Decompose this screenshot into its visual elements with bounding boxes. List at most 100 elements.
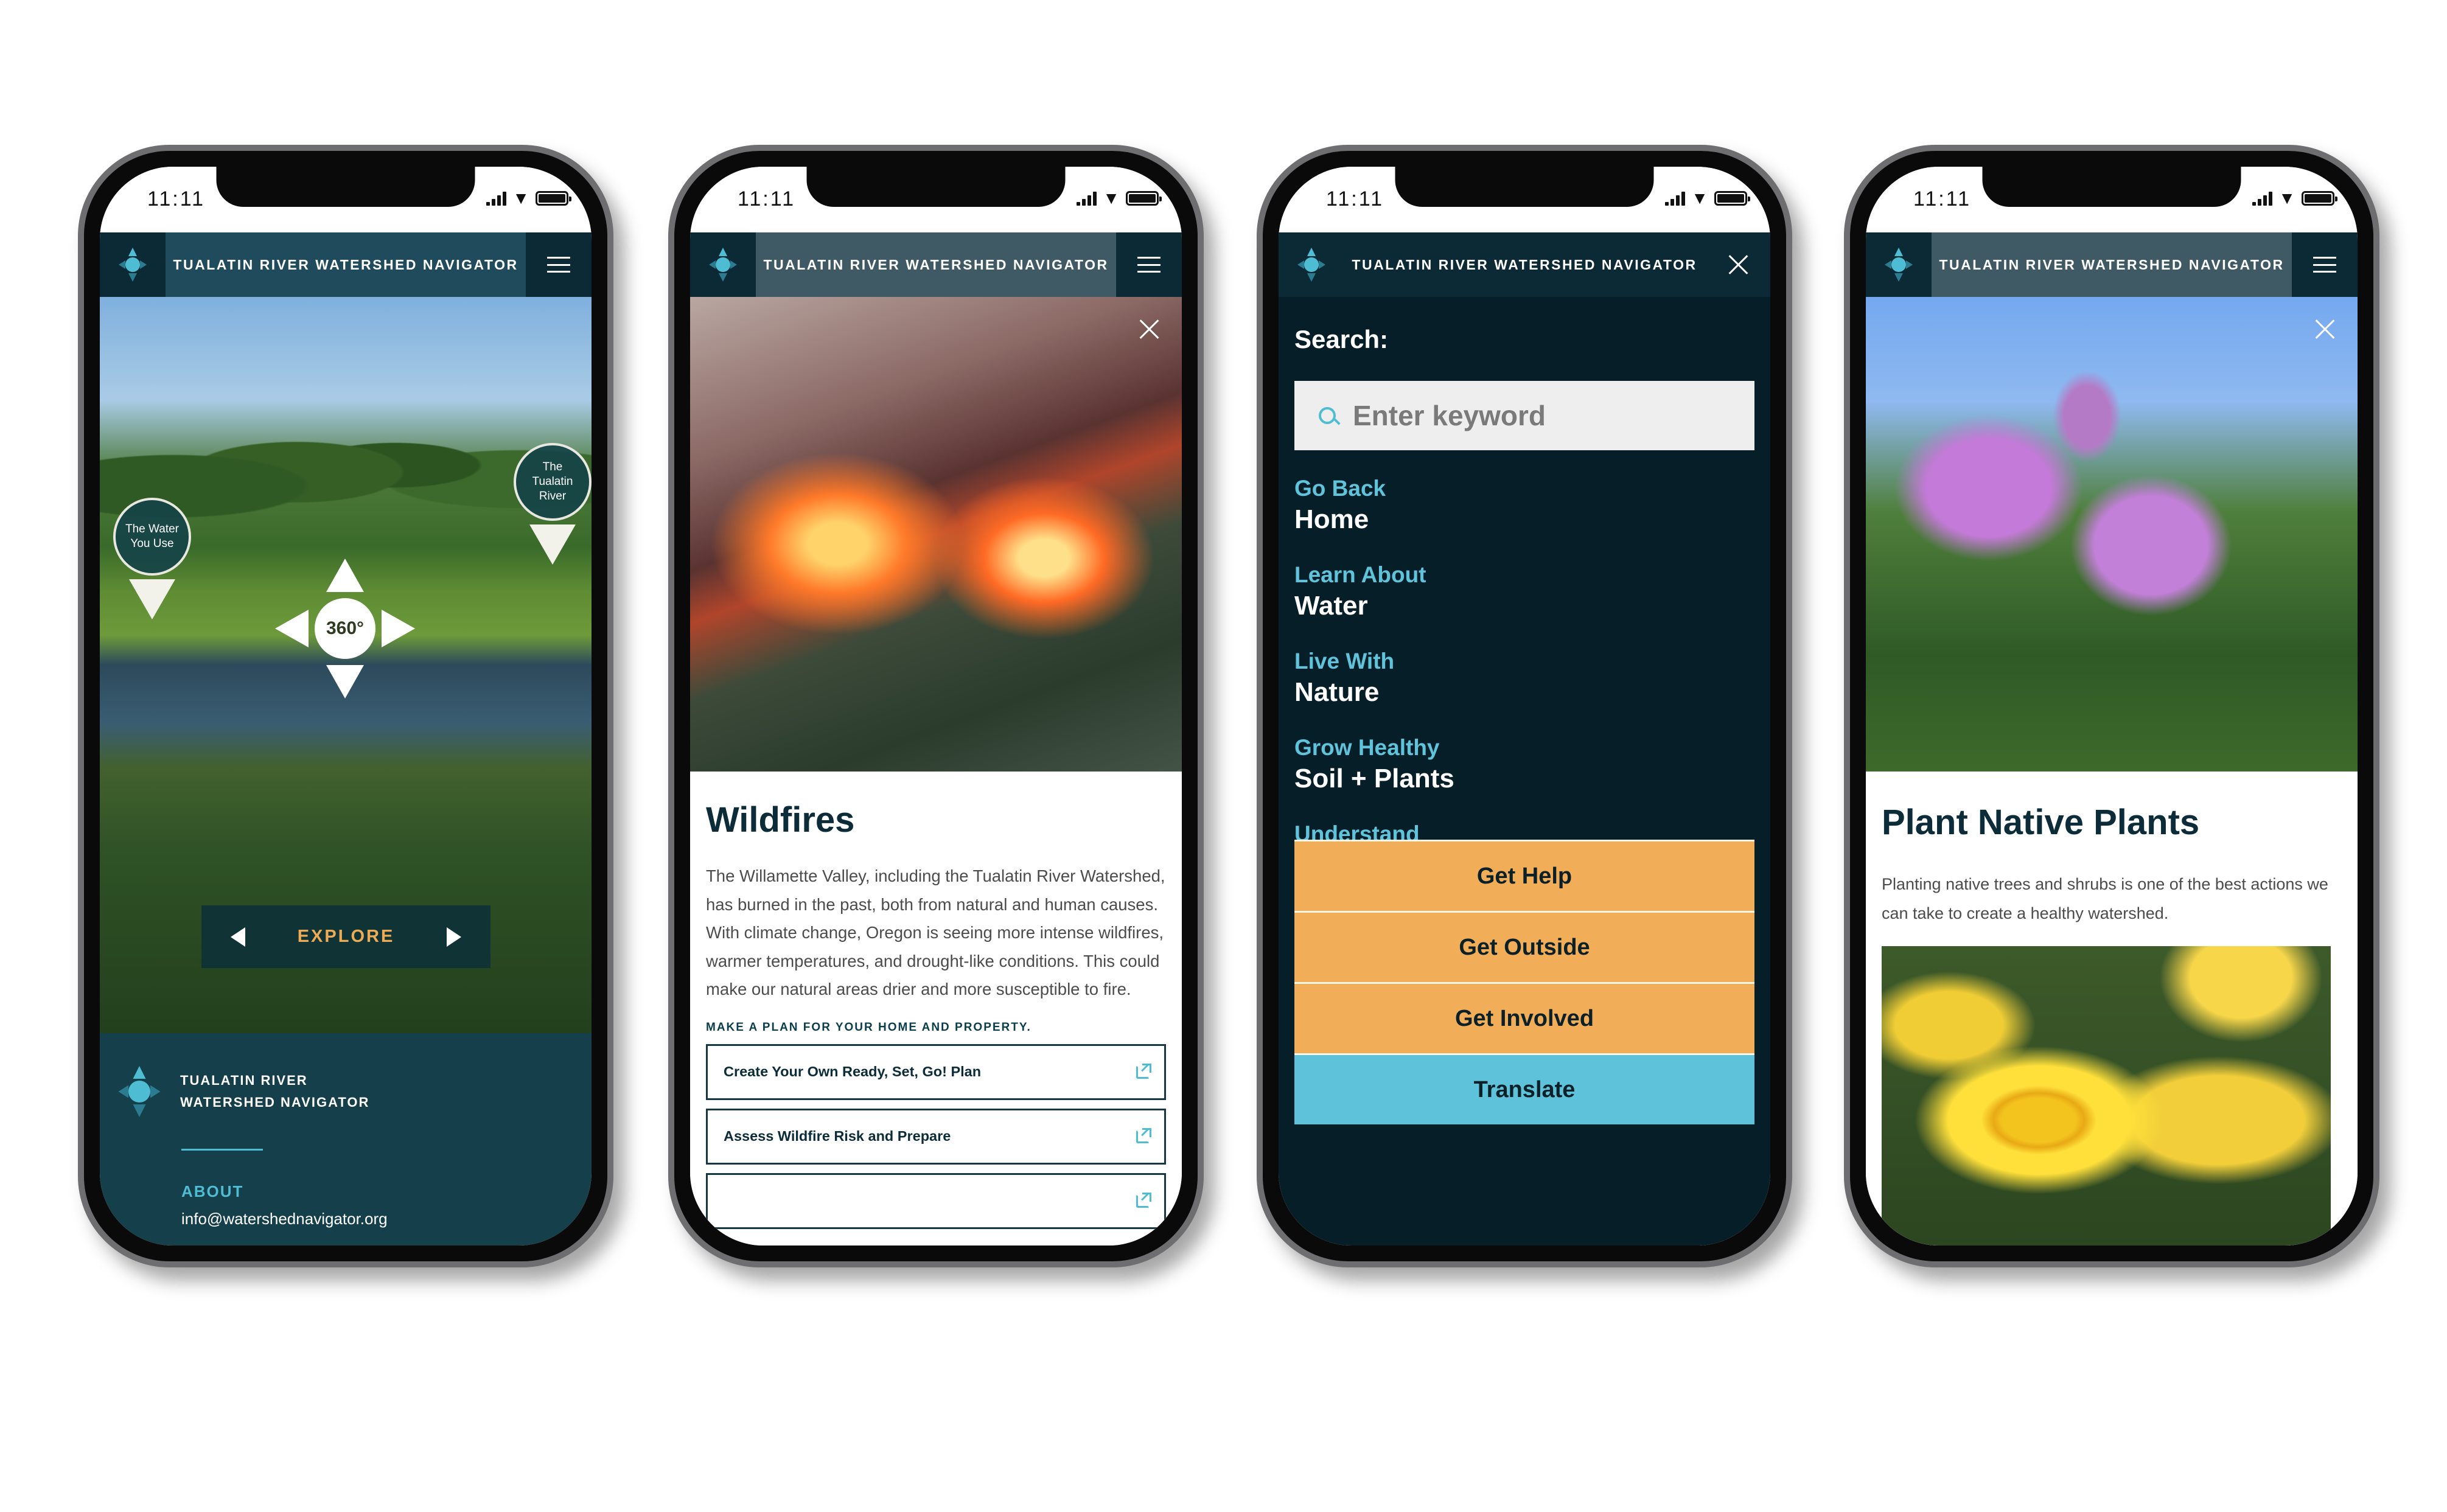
screen-wildfires: 11:11 ▼ TUALATIN RIVER WATERSHED NAVIGAT… bbox=[690, 167, 1182, 1245]
status-icons: ▼ bbox=[486, 189, 571, 208]
translate-button[interactable]: Translate bbox=[1294, 1053, 1754, 1124]
get-involved-button[interactable]: Get Involved bbox=[1294, 982, 1754, 1053]
status-icons: ▼ bbox=[1665, 189, 1750, 208]
battery-icon bbox=[1714, 191, 1750, 206]
logo-button[interactable] bbox=[100, 232, 166, 297]
article-wildfires: Wildfires The Willamette Valley, includi… bbox=[690, 772, 1182, 1245]
nav-item-nature[interactable]: Live With Nature bbox=[1294, 647, 1754, 709]
cta-heading: MAKE A PLAN FOR YOUR HOME AND PROPERTY. bbox=[706, 1020, 1032, 1034]
wildfire-photo bbox=[690, 297, 1182, 772]
footer-about-link[interactable]: ABOUT bbox=[181, 1182, 243, 1201]
logo-button[interactable] bbox=[1866, 232, 1932, 297]
notch bbox=[1395, 167, 1654, 207]
get-help-button[interactable]: Get Help bbox=[1294, 840, 1754, 911]
article-title: Plant Native Plants bbox=[1882, 803, 2200, 842]
compass-logo-icon bbox=[1297, 248, 1325, 282]
hotspot-tualatin-river[interactable]: The Tualatin River bbox=[514, 443, 592, 565]
app-title: TUALATIN RIVER WATERSHED NAVIGATOR bbox=[1344, 232, 1705, 297]
search-input[interactable] bbox=[1352, 399, 1730, 433]
search-field[interactable] bbox=[1294, 381, 1754, 450]
link-ready-set-go-plan[interactable]: Create Your Own Ready, Set, Go! Plan bbox=[706, 1043, 1166, 1100]
search-icon bbox=[1319, 407, 1336, 424]
nav-kicker: Go Back bbox=[1294, 476, 1386, 501]
get-outside-button[interactable]: Get Outside bbox=[1294, 911, 1754, 982]
explore-control: EXPLORE bbox=[201, 905, 490, 968]
nav-item-soil-plants[interactable]: Grow Healthy Soil + Plants bbox=[1294, 734, 1754, 796]
footer-brand-line2: WATERSHED NAVIGATOR bbox=[180, 1095, 370, 1110]
close-icon bbox=[1138, 319, 1159, 340]
close-button[interactable] bbox=[1138, 319, 1159, 340]
nav-360-control[interactable]: 360° bbox=[275, 559, 415, 699]
status-time: 11:11 bbox=[147, 187, 206, 211]
menu-button[interactable] bbox=[526, 232, 592, 297]
hotspot-water-you-use[interactable]: The Water You Use bbox=[113, 498, 191, 619]
app-header: TUALATIN RIVER WATERSHED NAVIGATOR bbox=[100, 232, 592, 297]
nav-item-water[interactable]: Learn About Water bbox=[1294, 561, 1754, 623]
close-button[interactable] bbox=[2314, 319, 2334, 340]
compass-logo-icon bbox=[119, 248, 147, 282]
wifi-icon: ▼ bbox=[1691, 189, 1708, 207]
app-title: TUALATIN RIVER WATERSHED NAVIGATOR bbox=[166, 232, 526, 297]
app-title: TUALATIN RIVER WATERSHED NAVIGATOR bbox=[756, 232, 1116, 297]
logo-button[interactable] bbox=[690, 232, 756, 297]
arrow-up-icon[interactable] bbox=[326, 559, 364, 592]
footer-email-link[interactable]: info@watershednavigator.org bbox=[181, 1210, 388, 1228]
close-menu-button[interactable] bbox=[1705, 232, 1770, 297]
app-header: TUALATIN RIVER WATERSHED NAVIGATOR bbox=[690, 232, 1182, 297]
status-time: 11:11 bbox=[1326, 187, 1384, 211]
logo-button[interactable] bbox=[1279, 232, 1344, 297]
article-title: Wildfires bbox=[706, 800, 855, 840]
nav-kicker: Learn About bbox=[1294, 562, 1426, 587]
arrow-right-icon[interactable] bbox=[382, 610, 415, 647]
explore-label[interactable]: EXPLORE bbox=[298, 927, 395, 947]
article-body: Planting native trees and shrubs is one … bbox=[1882, 875, 2328, 922]
phone-menu: 11:11 ▼ TUALATIN RIVER WATERSHED NAVIGAT… bbox=[1257, 145, 1792, 1267]
notch bbox=[1982, 167, 2241, 207]
nav-title: Water bbox=[1294, 591, 1368, 621]
battery-icon bbox=[1126, 191, 1162, 206]
signal-icon bbox=[1665, 191, 1686, 206]
purple-flowers-photo bbox=[1866, 297, 2358, 775]
hamburger-icon bbox=[547, 257, 570, 273]
nav-item-home[interactable]: Go Back Home bbox=[1294, 475, 1754, 537]
close-icon bbox=[2314, 319, 2334, 340]
external-link-icon bbox=[1136, 1063, 1151, 1079]
signal-icon bbox=[2252, 191, 2273, 206]
external-link-icon bbox=[1136, 1127, 1151, 1143]
arrow-left-icon[interactable] bbox=[275, 610, 309, 647]
hamburger-icon bbox=[2313, 257, 2336, 273]
yellow-flowers-photo bbox=[1882, 946, 2331, 1245]
nav-title: Home bbox=[1294, 504, 1369, 534]
explore-next-button[interactable] bbox=[447, 927, 461, 947]
compass-logo-icon bbox=[709, 248, 737, 282]
compass-logo-icon bbox=[118, 1066, 161, 1117]
hotspot-label: The Tualatin River bbox=[514, 443, 592, 521]
footer-brand-line1: TUALATIN RIVER bbox=[180, 1073, 308, 1088]
battery-icon bbox=[536, 191, 571, 206]
status-icons: ▼ bbox=[1077, 189, 1162, 208]
app-header: TUALATIN RIVER WATERSHED NAVIGATOR bbox=[1866, 232, 2358, 297]
link-partial[interactable] bbox=[706, 1172, 1166, 1229]
app-title: TUALATIN RIVER WATERSHED NAVIGATOR bbox=[1932, 232, 2292, 297]
external-link-icon bbox=[1136, 1192, 1151, 1208]
phone-home: 11:11 ▼ TUALATIN RIVER WATERSHED NAVIGAT… bbox=[78, 145, 613, 1267]
link-assess-wildfire-risk[interactable]: Assess Wildfire Risk and Prepare bbox=[706, 1108, 1166, 1165]
menu-button[interactable] bbox=[2292, 232, 2358, 297]
compass-logo-icon bbox=[1885, 248, 1913, 282]
link-label: Assess Wildfire Risk and Prepare bbox=[724, 1128, 951, 1144]
footer-brand-name: TUALATIN RIVER WATERSHED NAVIGATOR bbox=[180, 1070, 369, 1113]
arrow-down-icon[interactable] bbox=[326, 665, 364, 699]
notch bbox=[806, 167, 1066, 207]
footer-brand: TUALATIN RIVER WATERSHED NAVIGATOR bbox=[117, 1066, 369, 1117]
panorama-view[interactable]: The Water You Use The Tualatin River 360… bbox=[100, 297, 592, 1033]
menu-button[interactable] bbox=[1116, 232, 1182, 297]
footer-divider bbox=[181, 1149, 263, 1151]
battery-icon bbox=[2302, 191, 2337, 206]
nav-kicker: Live With bbox=[1294, 649, 1395, 674]
signal-icon bbox=[1077, 191, 1097, 206]
wifi-icon: ▼ bbox=[2278, 189, 2295, 207]
phone-plants: 11:11 ▼ TUALATIN RIVER WATERSHED NAVIGAT… bbox=[1844, 145, 2379, 1267]
explore-prev-button[interactable] bbox=[231, 927, 245, 947]
screen-home: 11:11 ▼ TUALATIN RIVER WATERSHED NAVIGAT… bbox=[100, 167, 592, 1245]
status-icons: ▼ bbox=[2252, 189, 2337, 208]
